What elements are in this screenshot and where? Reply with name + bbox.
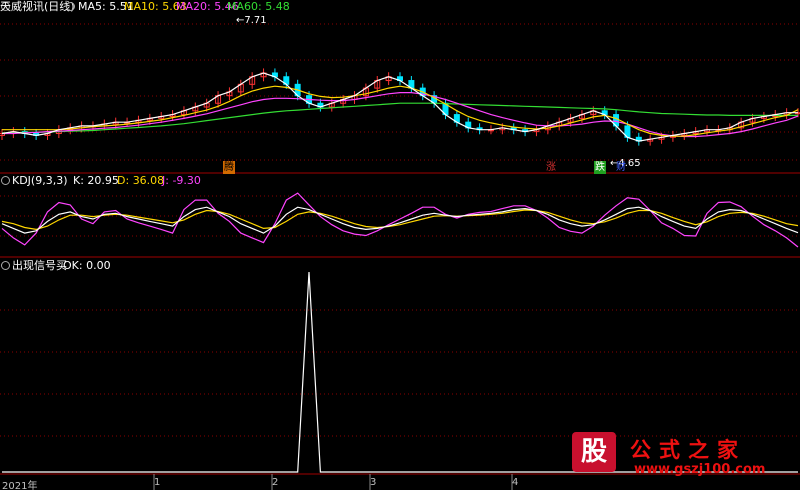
kdj-d-line xyxy=(1,209,799,231)
site-logo: 股 公式之家 www.gszj100.com xyxy=(560,430,800,490)
kdj-title: KDJ(9,3,3) xyxy=(12,174,68,187)
x-tick-label: 4 xyxy=(512,477,519,488)
x-tick-label: 3 xyxy=(370,477,377,488)
ma60-line xyxy=(2,102,798,134)
signal-ok-label: OK: 0.00 xyxy=(63,259,111,272)
signal-panel-icon[interactable] xyxy=(1,261,10,270)
event-marker-teng[interactable]: 腾 xyxy=(223,161,235,174)
event-marker-die[interactable]: 跌 xyxy=(594,161,606,174)
event-marker-cai[interactable]: 财 xyxy=(616,161,626,174)
main-panel-title: 天威视讯(日线) xyxy=(0,0,75,13)
x-tick-label: 2 xyxy=(272,477,279,488)
kdj-d-label: D: 36.08 xyxy=(117,174,165,187)
logo-glyph: 股 xyxy=(572,432,616,472)
logo-url: www.gszj100.com xyxy=(634,462,766,477)
high-price-label: ←7.71 xyxy=(236,15,267,26)
chart-canvas xyxy=(0,23,800,490)
x-tick-label: 1 xyxy=(154,477,161,488)
event-marker-zhang[interactable]: 涨 xyxy=(546,161,556,174)
ma60-label: MA60: 5.48 xyxy=(227,0,290,13)
kdj-k-label: K: 20.95 xyxy=(73,174,119,187)
indicator-settings-icon[interactable] xyxy=(66,2,75,11)
logo-brand: 公式之家 xyxy=(630,438,746,462)
x-tick-label: 2021年 xyxy=(2,481,38,490)
chart-stage: 天威视讯(日线) MA5: 5.51 MA10: 5.63 MA20: 5.46… xyxy=(0,0,800,490)
signal-title: 出现信号买 xyxy=(12,259,67,272)
kdj-panel-icon[interactable] xyxy=(1,176,10,185)
kdj-k-line xyxy=(1,206,799,234)
kdj-j-label: J: -9.30 xyxy=(162,174,201,187)
